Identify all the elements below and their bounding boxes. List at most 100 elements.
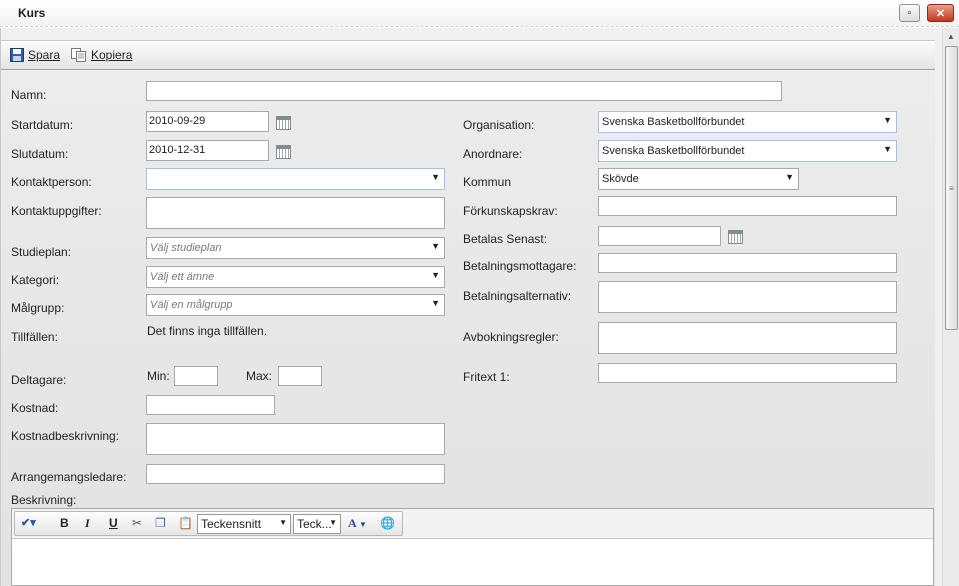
save-icon	[10, 48, 24, 62]
kommun-select[interactable]: Skövde ▼	[598, 168, 799, 190]
min-label: Min:	[147, 369, 170, 383]
chevron-down-icon: ▼	[431, 241, 440, 251]
font-color-label: A	[348, 516, 357, 530]
copy-icon[interactable]: ❐	[155, 516, 166, 530]
kontaktuppgifter-label: Kontaktuppgifter:	[11, 204, 102, 218]
organisation-label: Organisation:	[463, 118, 535, 132]
calendar-icon[interactable]	[276, 116, 291, 130]
cut-icon[interactable]: ✂	[132, 516, 142, 530]
startdatum-input[interactable]: 2010-09-29	[146, 111, 269, 132]
malgrupp-placeholder: Välj en målgrupp	[150, 299, 233, 311]
kontaktperson-select[interactable]: ▼	[146, 168, 445, 190]
bold-button[interactable]: B	[60, 516, 69, 530]
organisation-select[interactable]: Svenska Basketbollförbundet ▼	[598, 111, 897, 133]
font-size-select[interactable]: Teck... ▼	[293, 514, 341, 534]
kostnad-input[interactable]	[146, 395, 275, 415]
namn-input[interactable]	[146, 81, 782, 101]
max-label: Max:	[246, 369, 273, 383]
arrangemangsledare-input[interactable]	[146, 464, 445, 484]
kontaktperson-label: Kontaktperson:	[11, 175, 92, 189]
anordnare-label: Anordnare:	[463, 147, 523, 161]
fritext1-label: Fritext 1:	[463, 370, 510, 384]
arrangemangsledare-label: Arrangemangsledare:	[11, 470, 127, 484]
forkunskapskrav-input[interactable]	[598, 196, 897, 216]
font-family-select[interactable]: Teckensnitt ▼	[197, 514, 291, 534]
save-button[interactable]: Spara	[10, 48, 60, 62]
font-color-button[interactable]: A ▼	[348, 516, 367, 531]
kategori-select[interactable]: Välj ett ämne ▼	[146, 266, 445, 288]
vertical-scrollbar[interactable]: ▲ ≡	[942, 28, 959, 586]
slutdatum-label: Slutdatum:	[11, 147, 69, 161]
copy-button[interactable]: Kopiera	[71, 48, 132, 62]
betalas-senast-input[interactable]	[598, 226, 721, 246]
studieplan-label: Studieplan:	[11, 245, 72, 259]
anordnare-value: Svenska Basketbollförbundet	[602, 145, 745, 157]
betalningsalternativ-textarea[interactable]	[598, 281, 897, 313]
tillfallen-label: Tillfällen:	[11, 330, 58, 344]
font-size-value: Teck...	[297, 517, 332, 531]
copy-label: Kopiera	[91, 48, 133, 62]
namn-label: Namn:	[11, 88, 47, 102]
close-button[interactable]: ✕	[927, 4, 954, 22]
link-icon[interactable]: 🌐	[380, 516, 395, 530]
kostnad-label: Kostnad:	[11, 401, 59, 415]
organisation-value: Svenska Basketbollförbundet	[602, 116, 745, 128]
kostnadbeskrivning-textarea[interactable]	[146, 423, 445, 455]
anordnare-select[interactable]: Svenska Basketbollförbundet ▼	[598, 140, 897, 162]
avbokningsregler-label: Avbokningsregler:	[463, 330, 559, 344]
grip-icon: ≡	[949, 184, 954, 193]
toolbar: Spara Kopiera	[1, 40, 935, 70]
startdatum-label: Startdatum:	[11, 118, 74, 132]
calendar-icon[interactable]	[276, 145, 291, 159]
forkunskapskrav-label: Förkunskapskrav:	[463, 204, 558, 218]
description-editor: ✔▾ B I U ✂ ❐ 📋 Teckensnitt ▼ Teck... ▼ A…	[11, 508, 934, 586]
chevron-down-icon: ▼	[883, 144, 892, 154]
chevron-down-icon: ▼	[431, 172, 440, 182]
kostnadbeskrivning-label: Kostnadbeskrivning:	[11, 429, 120, 443]
avbokningsregler-textarea[interactable]	[598, 322, 897, 354]
malgrupp-label: Målgrupp:	[11, 301, 65, 315]
malgrupp-select[interactable]: Välj en målgrupp ▼	[146, 294, 445, 316]
kommun-value: Skövde	[602, 173, 639, 185]
chevron-down-icon: ▼	[431, 298, 440, 308]
close-icon: ✕	[935, 7, 946, 20]
chevron-down-icon: ▼	[431, 270, 440, 280]
min-input[interactable]	[174, 366, 218, 386]
editor-toolbar: ✔▾ B I U ✂ ❐ 📋 Teckensnitt ▼ Teck... ▼ A…	[12, 509, 933, 539]
kategori-placeholder: Välj ett ämne	[150, 271, 215, 283]
paste-icon[interactable]: 📋	[178, 516, 193, 530]
content-area: Spara Kopiera Namn: Startdatum: 2010-09-…	[0, 28, 942, 586]
underline-button[interactable]: U	[109, 516, 118, 530]
beskrivning-label: Beskrivning:	[11, 493, 77, 507]
italic-button[interactable]: I	[85, 516, 90, 531]
max-input[interactable]	[278, 366, 322, 386]
deltagare-label: Deltagare:	[11, 373, 67, 387]
kategori-label: Kategori:	[11, 273, 60, 287]
font-family-value: Teckensnitt	[201, 517, 262, 531]
betalningsmottagare-input[interactable]	[598, 253, 897, 273]
betalningsalternativ-label: Betalningsalternativ:	[463, 289, 572, 303]
chevron-down-icon: ▼	[329, 518, 337, 527]
tillfallen-value: Det finns inga tillfällen.	[147, 324, 268, 338]
studieplan-select[interactable]: Välj studieplan ▼	[146, 237, 445, 259]
betalas-senast-label: Betalas Senast:	[463, 232, 548, 246]
window-title: Kurs	[18, 6, 46, 20]
scroll-up-icon[interactable]: ▲	[947, 32, 955, 41]
scrollbar-thumb[interactable]: ≡	[945, 46, 958, 330]
calendar-icon[interactable]	[728, 230, 743, 244]
chevron-down-icon: ▼	[279, 518, 287, 527]
studieplan-placeholder: Välj studieplan	[150, 242, 222, 254]
copy-icon	[71, 48, 86, 62]
save-label: Spara	[28, 48, 61, 62]
chevron-down-icon: ▼	[883, 115, 892, 125]
maximize-button[interactable]: ▫	[899, 4, 920, 22]
editor-toolbar-group: ✔▾ B I U ✂ ❐ 📋 Teckensnitt ▼ Teck... ▼ A…	[14, 511, 403, 536]
spellcheck-icon[interactable]: ✔▾	[21, 516, 36, 529]
betalningsmottagare-label: Betalningsmottagare:	[463, 259, 577, 273]
course-window: Kurs ▫ ✕ Spara Kopiera Namn: Startdatum:…	[0, 0, 959, 586]
maximize-icon: ▫	[907, 7, 912, 19]
kommun-label: Kommun	[463, 175, 512, 189]
kontaktuppgifter-textarea[interactable]	[146, 197, 445, 229]
fritext1-input[interactable]	[598, 363, 897, 383]
slutdatum-input[interactable]: 2010-12-31	[146, 140, 269, 161]
